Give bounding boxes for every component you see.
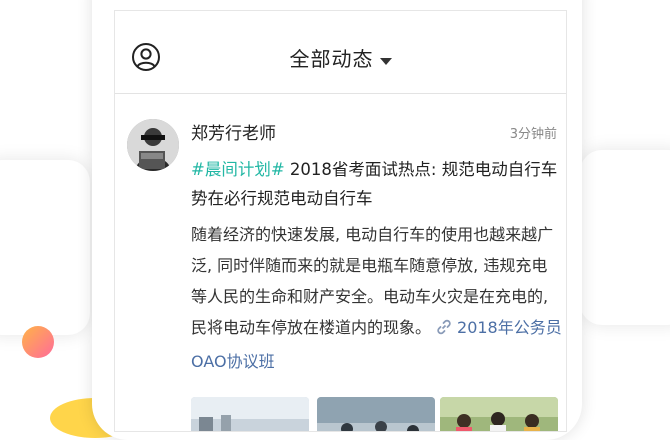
- author-name[interactable]: 郑芳行老师: [191, 119, 276, 144]
- avatar[interactable]: [127, 119, 179, 171]
- feed-post[interactable]: 郑芳行老师 3分钟前 #晨间计划# 2018省考面试热点: 规范电动自行车势在必…: [115, 95, 566, 431]
- post-body: 随着经济的快速发展, 电动自行车的使用也越来越广泛, 同时伴随而来的就是电瓶车随…: [191, 219, 563, 377]
- background-card-right: [580, 150, 670, 325]
- hashtag-link[interactable]: #晨间计划#: [191, 160, 285, 179]
- decorative-dot: [22, 326, 54, 358]
- top-bar: 全部动态: [115, 11, 566, 94]
- link-icon: [435, 315, 453, 346]
- feed-filter-dropdown[interactable]: 全部动态: [115, 43, 566, 72]
- page-title: 全部动态: [289, 47, 374, 71]
- post-headline[interactable]: #晨间计划# 2018省考面试热点: 规范电动自行车势在必行规范电动自行车: [191, 155, 563, 213]
- app-screen: 全部动态 郑芳行老师 3分钟前 #晨间计划# 2018省考面试热点: 规范电动自…: [114, 10, 567, 432]
- background-card-left: [0, 160, 90, 335]
- post-time: 3分钟前: [509, 127, 557, 142]
- caret-down-icon: [379, 58, 392, 65]
